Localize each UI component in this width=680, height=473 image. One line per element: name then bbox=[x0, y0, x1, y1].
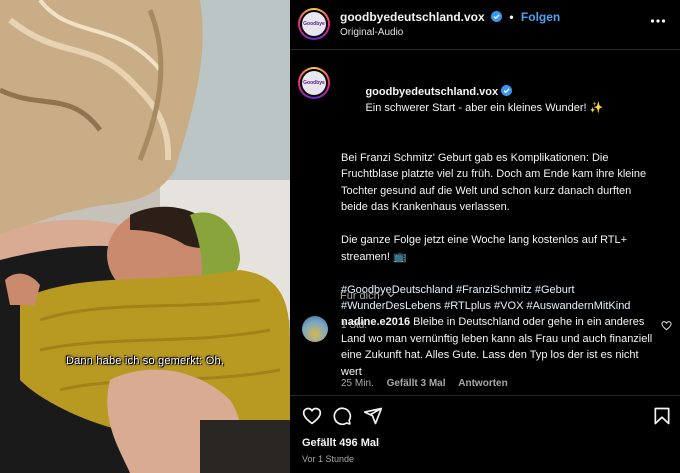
audio-label[interactable]: Original-Audio bbox=[340, 27, 403, 38]
post-likes[interactable]: Gefällt 496 Mal bbox=[302, 437, 379, 449]
comment-like-heart-icon[interactable] bbox=[661, 320, 672, 331]
caption-intro: Ein schwerer Start - aber ein kleines Wu… bbox=[365, 102, 604, 114]
video-frame bbox=[0, 0, 290, 473]
caption-verified-badge-icon bbox=[501, 84, 513, 96]
for-you-toggle[interactable]: Für dich bbox=[340, 290, 395, 302]
comment-age: 25 Min. bbox=[341, 378, 374, 389]
post-time: Vor 1 Stunde bbox=[302, 454, 355, 464]
video-subtitle: Dann habe ich so gemerkt: Oh, bbox=[65, 355, 225, 367]
share-icon[interactable] bbox=[363, 406, 383, 426]
comment-likes[interactable]: Gefällt 3 Mal bbox=[387, 378, 446, 389]
for-you-label: Für dich bbox=[340, 290, 380, 302]
header-username[interactable]: goodbyedeutschland.vox bbox=[340, 10, 485, 24]
caption-username[interactable]: goodbyedeutschland.vox bbox=[365, 86, 498, 98]
comment-body: nadine.e2016 Bleibe in Deutschland oder … bbox=[341, 314, 653, 380]
caption-paragraph-1: Bei Franzi Schmitz' Geburt gab es Kompli… bbox=[341, 151, 649, 214]
follow-button[interactable]: Folgen bbox=[521, 10, 560, 24]
commenter-username[interactable]: nadine.e2016 bbox=[341, 316, 410, 328]
bookmark-icon[interactable] bbox=[652, 406, 672, 426]
post-header: Goodbye goodbyedeutschland.vox • Folgen … bbox=[290, 0, 680, 50]
more-options-icon[interactable] bbox=[650, 13, 666, 29]
caption-logo: Goodbye bbox=[302, 71, 326, 95]
comment-meta: 25 Min. Gefällt 3 Mal Antworten bbox=[341, 378, 518, 389]
account-avatar[interactable]: Goodbye bbox=[298, 8, 330, 40]
header-user-row: goodbyedeutschland.vox • Folgen bbox=[340, 10, 560, 24]
caption-paragraph-2: Die ganze Folge jetzt eine Woche lang ko… bbox=[341, 234, 631, 263]
account-logo: Goodbye bbox=[302, 12, 326, 36]
verified-badge-icon bbox=[491, 11, 503, 22]
video-player[interactable]: Dann habe ich so gemerkt: Oh, bbox=[0, 0, 290, 473]
chevron-down-icon bbox=[387, 293, 395, 298]
header-separator: • bbox=[509, 10, 514, 24]
commenter-avatar[interactable] bbox=[302, 316, 328, 342]
heart-icon[interactable] bbox=[302, 406, 322, 426]
comment-icon[interactable] bbox=[332, 406, 352, 426]
post-panel: Goodbye goodbyedeutschland.vox • Folgen … bbox=[290, 0, 680, 473]
reply-button[interactable]: Antworten bbox=[458, 378, 507, 389]
actions-bar: Gefällt 496 Mal Vor 1 Stunde bbox=[290, 395, 680, 473]
caption-avatar[interactable]: Goodbye bbox=[298, 67, 330, 99]
